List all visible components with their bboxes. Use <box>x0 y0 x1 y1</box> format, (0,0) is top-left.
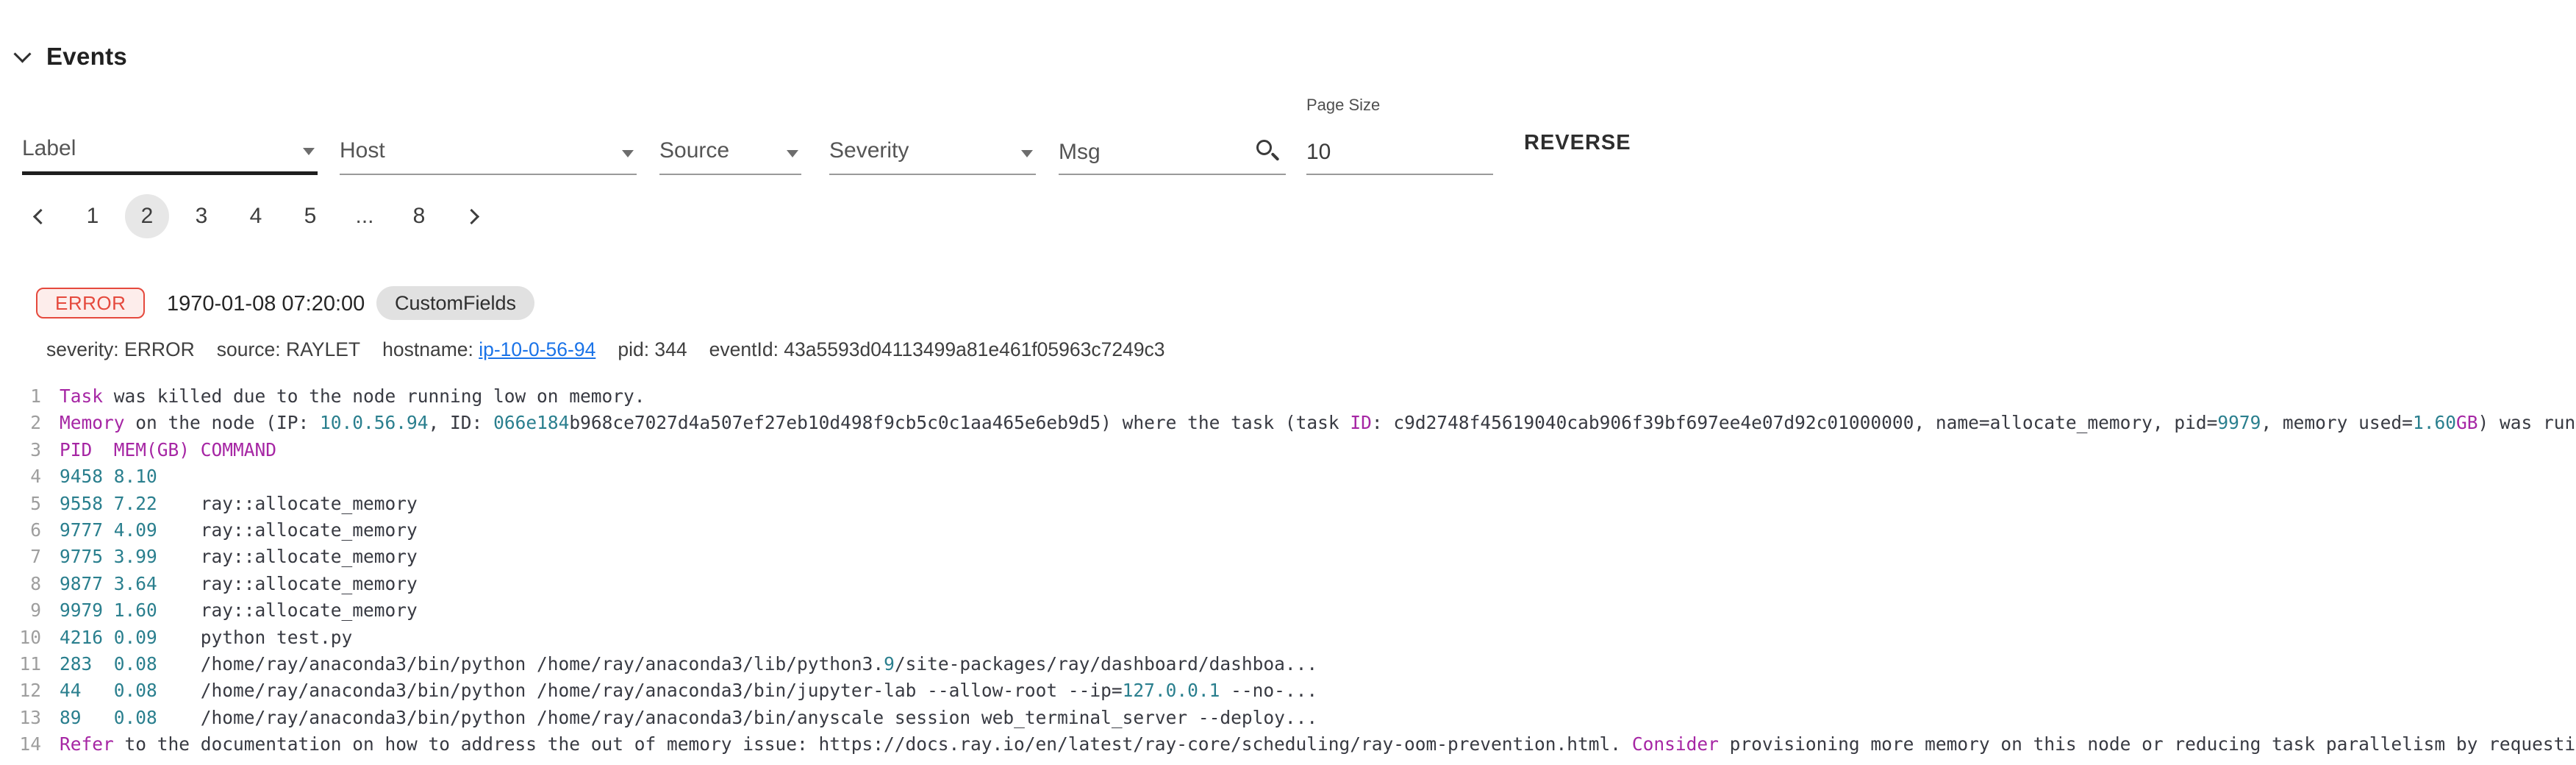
chevron-down-icon <box>303 148 315 155</box>
log-line-text: 89 0.08 /home/ray/anaconda3/bin/python /… <box>60 705 1317 731</box>
log-line-text: 44 0.08 /home/ray/anaconda3/bin/python /… <box>60 677 1317 704</box>
log-line-text: Refer to the documentation on how to add… <box>60 731 2576 758</box>
chevron-down-icon <box>13 45 31 63</box>
search-handle <box>1270 152 1279 161</box>
event-header-row: ERROR 1970-01-08 07:20:00 CustomFields <box>0 285 2576 321</box>
page-title: Events <box>46 43 127 71</box>
log-line-8: 8 9877 3.64 ray::allocate_memory <box>0 571 2576 597</box>
log-line-text: 4216 0.09 python test.py <box>60 625 352 651</box>
pagination: 12345...8 <box>16 194 495 238</box>
page-size-field: Page Size <box>1306 96 1493 175</box>
line-number: 10 <box>0 625 41 651</box>
log-line-11: 11 283 0.08 /home/ray/anaconda3/bin/pytho… <box>0 651 2576 677</box>
pagination-page-2[interactable]: 2 <box>125 194 169 238</box>
log-line-text: 9775 3.99 ray::allocate_memory <box>60 544 418 570</box>
line-number: 9 <box>0 597 41 624</box>
line-number: 6 <box>0 517 41 544</box>
hostname-link[interactable]: ip-10-0-56-94 <box>479 338 595 360</box>
log-line-6: 6 9777 4.09 ray::allocate_memory <box>0 517 2576 544</box>
severity-filter-select[interactable]: Severity <box>829 112 1036 175</box>
log-line-2: 2 Memory on the node (IP: 10.0.56.94, ID:… <box>0 410 2576 436</box>
status-badge: ERROR <box>36 288 145 319</box>
label-filter-select[interactable]: Label <box>22 112 318 175</box>
log-line-text: PID MEM(GB) COMMAND <box>60 437 276 463</box>
chevron-down-icon <box>1021 150 1033 157</box>
event-meta: severity: ERROR source: RAYLET hostname: i… <box>46 338 1165 361</box>
log-line-text: 283 0.08 /home/ray/anaconda3/bin/python … <box>60 651 1317 677</box>
log-line-5: 5 9558 7.22 ray::allocate_memory <box>0 491 2576 517</box>
events-section-header[interactable]: Events <box>16 43 127 71</box>
pagination-page-8[interactable]: 8 <box>397 194 441 238</box>
log-line-text: 9458 8.10 <box>60 463 157 490</box>
source-filter-placeholder: Source <box>659 138 729 163</box>
meta-eventId: eventId: 43a5593d04113499a81e461f05963c7… <box>709 338 1165 361</box>
meta-source: source: RAYLET <box>217 338 360 361</box>
line-number: 14 <box>0 731 41 758</box>
chevron-right-icon <box>463 208 479 224</box>
search-icon[interactable] <box>1256 138 1281 165</box>
log-line-13: 13 89 0.08 /home/ray/anaconda3/bin/python… <box>0 705 2576 731</box>
pagination-prev-button[interactable] <box>16 194 60 238</box>
page-size-label: Page Size <box>1306 96 1380 115</box>
severity-filter-placeholder: Severity <box>829 138 909 163</box>
msg-filter-field <box>1059 112 1286 175</box>
chevron-down-icon <box>787 150 798 157</box>
log-line-9: 9 9979 1.60 ray::allocate_memory <box>0 597 2576 624</box>
pagination-page-1[interactable]: 1 <box>71 194 115 238</box>
page-size-input[interactable] <box>1306 140 1493 174</box>
log-line-12: 12 44 0.08 /home/ray/anaconda3/bin/python… <box>0 677 2576 704</box>
log-line-4: 4 9458 8.10 <box>0 463 2576 490</box>
meta-pid: pid: 344 <box>618 338 687 361</box>
line-number: 5 <box>0 491 41 517</box>
meta-hostname: hostname: ip-10-0-56-94 <box>382 338 595 361</box>
host-filter-select[interactable]: Host <box>340 112 637 175</box>
pagination-page-4[interactable]: 4 <box>234 194 278 238</box>
pagination-next-button[interactable] <box>451 194 495 238</box>
chevron-left-icon <box>32 208 48 224</box>
search-lens <box>1256 140 1272 155</box>
line-number: 3 <box>0 437 41 463</box>
log-line-text: Memory on the node (IP: 10.0.56.94, ID: … <box>60 410 2576 436</box>
pagination-page-5[interactable]: 5 <box>288 194 332 238</box>
line-number: 13 <box>0 705 41 731</box>
log-line-text: 9558 7.22 ray::allocate_memory <box>60 491 418 517</box>
meta-severity: severity: ERROR <box>46 338 195 361</box>
line-number: 4 <box>0 463 41 490</box>
chevron-down-icon <box>622 150 634 157</box>
line-number: 7 <box>0 544 41 570</box>
log-line-10: 10 4216 0.09 python test.py <box>0 625 2576 651</box>
label-filter-placeholder: Label <box>22 136 76 161</box>
events-page: Events Label Host Source Severity Page S… <box>0 0 2576 765</box>
source-filter-select[interactable]: Source <box>659 112 801 175</box>
log-line-text: 9777 4.09 ray::allocate_memory <box>60 517 418 544</box>
log-line-1: 1 Task was killed due to the node running… <box>0 383 2576 410</box>
line-number: 1 <box>0 383 41 410</box>
reverse-button[interactable]: REVERSE <box>1524 131 1631 155</box>
event-timestamp: 1970-01-08 07:20:00 <box>167 292 365 316</box>
log-line-text: Task was killed due to the node running … <box>60 383 645 410</box>
pagination-ellipsis: ... <box>343 194 387 238</box>
custom-fields-chip[interactable]: CustomFields <box>376 286 534 320</box>
log-line-3: 3 PID MEM(GB) COMMAND <box>0 437 2576 463</box>
host-filter-placeholder: Host <box>340 138 385 163</box>
log-line-text: 9877 3.64 ray::allocate_memory <box>60 571 418 597</box>
log-line-7: 7 9775 3.99 ray::allocate_memory <box>0 544 2576 570</box>
log-viewer: 1 Task was killed due to the node running… <box>0 383 2576 758</box>
line-number: 8 <box>0 571 41 597</box>
line-number: 11 <box>0 651 41 677</box>
line-number: 12 <box>0 677 41 704</box>
msg-search-input[interactable] <box>1059 140 1286 174</box>
log-line-14: 14 Refer to the documentation on how to a… <box>0 731 2576 758</box>
line-number: 2 <box>0 410 41 436</box>
pagination-page-3[interactable]: 3 <box>179 194 223 238</box>
log-line-text: 9979 1.60 ray::allocate_memory <box>60 597 418 624</box>
